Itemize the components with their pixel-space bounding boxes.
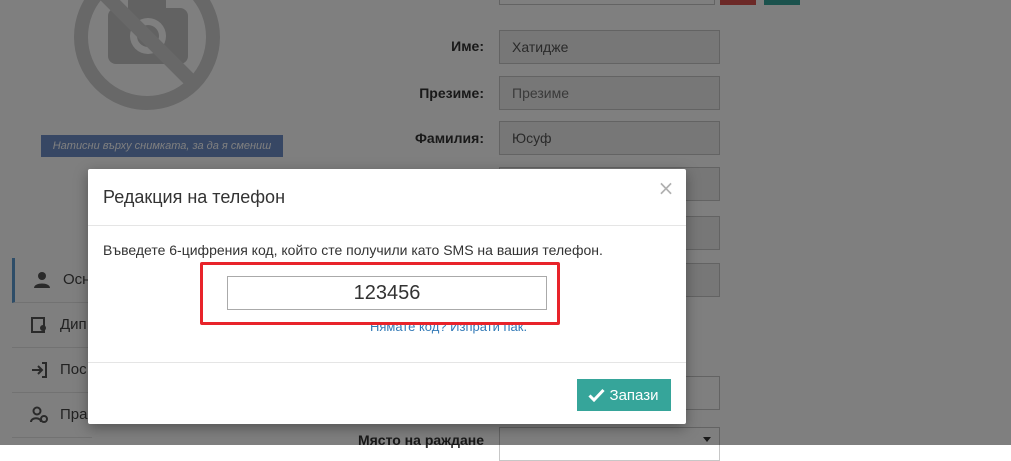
sms-code-input[interactable] bbox=[227, 276, 547, 310]
close-icon[interactable]: × bbox=[656, 178, 676, 198]
modal-title: Редакция на телефон bbox=[103, 187, 286, 207]
modal-header: Редакция на телефон × bbox=[88, 169, 686, 226]
edit-phone-modal: Редакция на телефон × Въведете 6-цифрени… bbox=[88, 169, 686, 424]
save-button[interactable]: Запази bbox=[577, 379, 671, 411]
modal-body: Въведете 6-цифрения код, който сте получ… bbox=[88, 227, 686, 362]
sms-instructions: Въведете 6-цифрения код, който сте получ… bbox=[103, 242, 603, 258]
save-button-label: Запази bbox=[609, 386, 659, 404]
check-icon bbox=[587, 388, 605, 402]
modal-footer: Запази bbox=[88, 362, 686, 424]
resend-code-link[interactable]: Нямате код? Изпрати пак. bbox=[370, 319, 527, 334]
